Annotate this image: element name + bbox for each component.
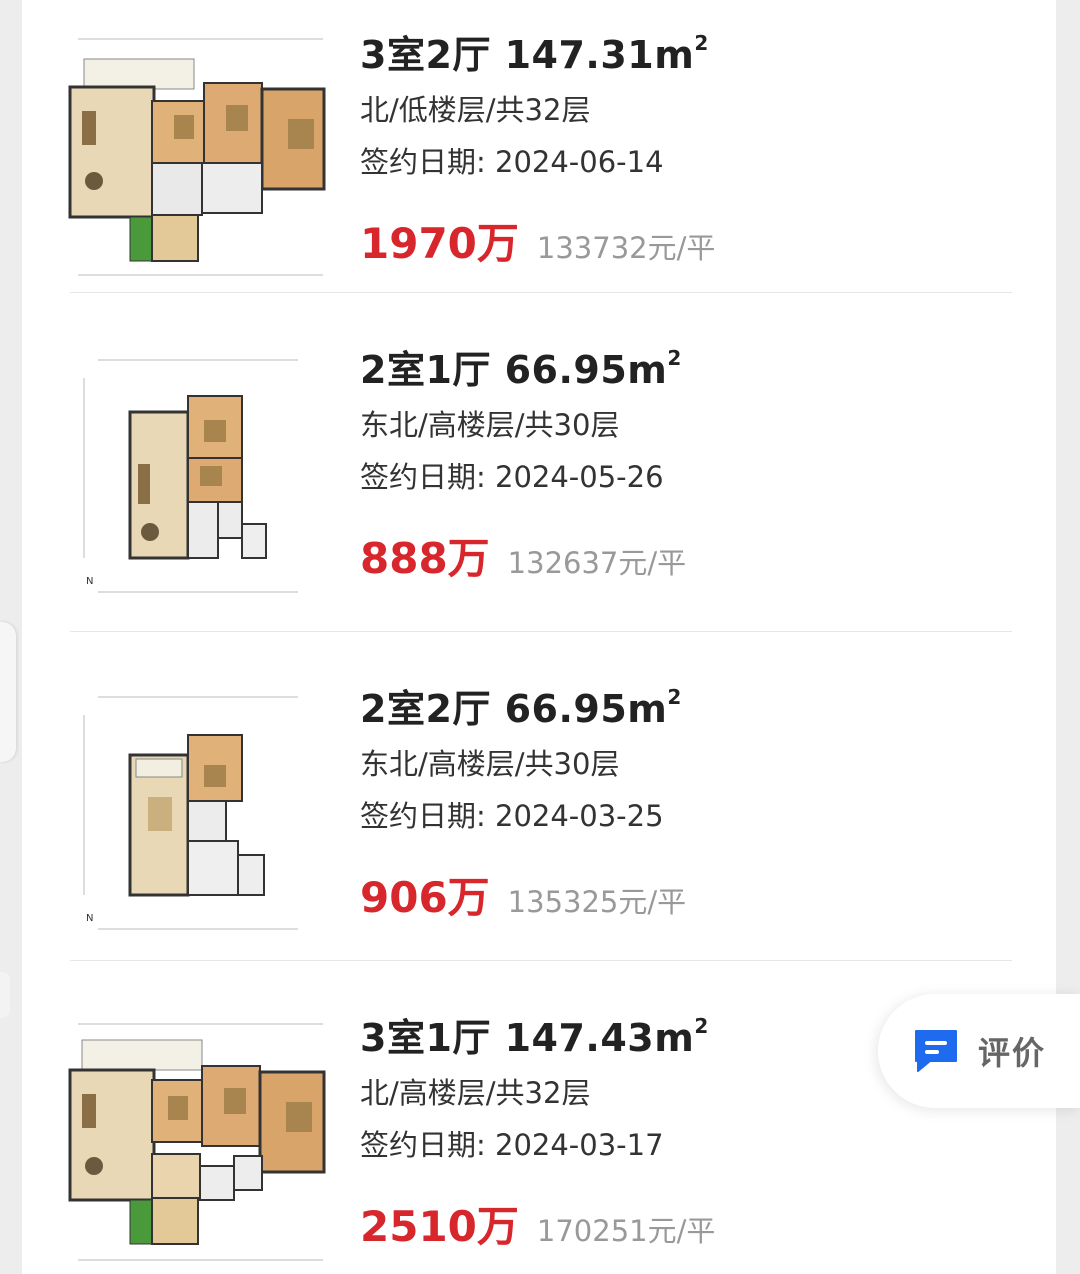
listing-info: 2室1厅 66.95m2 东北/高楼层/共30层 签约日期: 2024-05-2… <box>360 335 686 586</box>
price-row: 2510万 170251元/平 <box>360 1193 715 1254</box>
svg-text:N: N <box>86 913 93 924</box>
review-label: 评价 <box>978 1034 1047 1072</box>
price-row: 1970万 133732元/平 <box>360 210 715 271</box>
listing-unit-price: 170251元/平 <box>536 1214 716 1248</box>
listing-title[interactable]: 2室2厅 66.95m2 <box>360 674 686 732</box>
listing-details: 北/低楼层/共32层 <box>360 93 591 127</box>
listing-sign-date: 签约日期: 2024-05-26 <box>360 460 664 494</box>
review-button[interactable]: 评价 <box>878 994 1080 1108</box>
listing-sign-date: 签约日期: 2024-06-14 <box>360 145 664 179</box>
listing-sign-date: 签约日期: 2024-03-17 <box>360 1128 664 1162</box>
listing-sign-date: 签约日期: 2024-03-25 <box>360 799 664 833</box>
listing-details: 东北/高楼层/共30层 <box>360 747 620 781</box>
listing-unit-price: 132637元/平 <box>507 546 687 580</box>
listing-price: 888万 <box>360 534 490 583</box>
listing-price: 1970万 <box>360 219 519 268</box>
listing-info: 3室2厅 147.31m2 北/低楼层/共32层 签约日期: 2024-06-1… <box>360 20 715 271</box>
listing-info: 2室2厅 66.95m2 东北/高楼层/共30层 签约日期: 2024-03-2… <box>360 674 686 925</box>
floor-plan-image[interactable] <box>68 22 330 290</box>
listing-unit-price: 135325元/平 <box>507 885 687 919</box>
listing-details: 东北/高楼层/共30层 <box>360 408 620 442</box>
floor-plan-image[interactable] <box>68 1007 330 1274</box>
listing-price: 2510万 <box>360 1202 519 1251</box>
listing-unit-price: 133732元/平 <box>536 231 716 265</box>
listing-card[interactable]: N 2室2厅 66.95m2 东北/高楼层/共30层 签约日期: 2024-03… <box>22 632 1056 960</box>
listing-title[interactable]: 2室1厅 66.95m2 <box>360 335 686 393</box>
price-row: 906万 135325元/平 <box>360 864 686 925</box>
floor-plan-image[interactable]: N <box>68 676 330 944</box>
edge-marker <box>0 972 10 1018</box>
svg-text:N: N <box>86 576 93 587</box>
edge-drawer-handle[interactable] <box>0 622 16 762</box>
listing-title[interactable]: 3室1厅 147.43m2 <box>360 1003 715 1061</box>
listing-title[interactable]: 3室2厅 147.31m2 <box>360 20 715 78</box>
listing-price: 906万 <box>360 873 490 922</box>
listing-card[interactable]: N 2室1厅 66.95m2 东北/高楼层/共30层 签约日期: 2024-05… <box>22 293 1056 631</box>
listing-card[interactable]: 3室2厅 147.31m2 北/低楼层/共32层 签约日期: 2024-06-1… <box>22 0 1056 292</box>
listing-info: 3室1厅 147.43m2 北/高楼层/共32层 签约日期: 2024-03-1… <box>360 1003 715 1254</box>
floor-plan-image[interactable]: N <box>68 339 330 607</box>
price-row: 888万 132637元/平 <box>360 525 686 586</box>
listing-details: 北/高楼层/共32层 <box>360 1076 591 1110</box>
comment-icon <box>912 1027 960 1075</box>
